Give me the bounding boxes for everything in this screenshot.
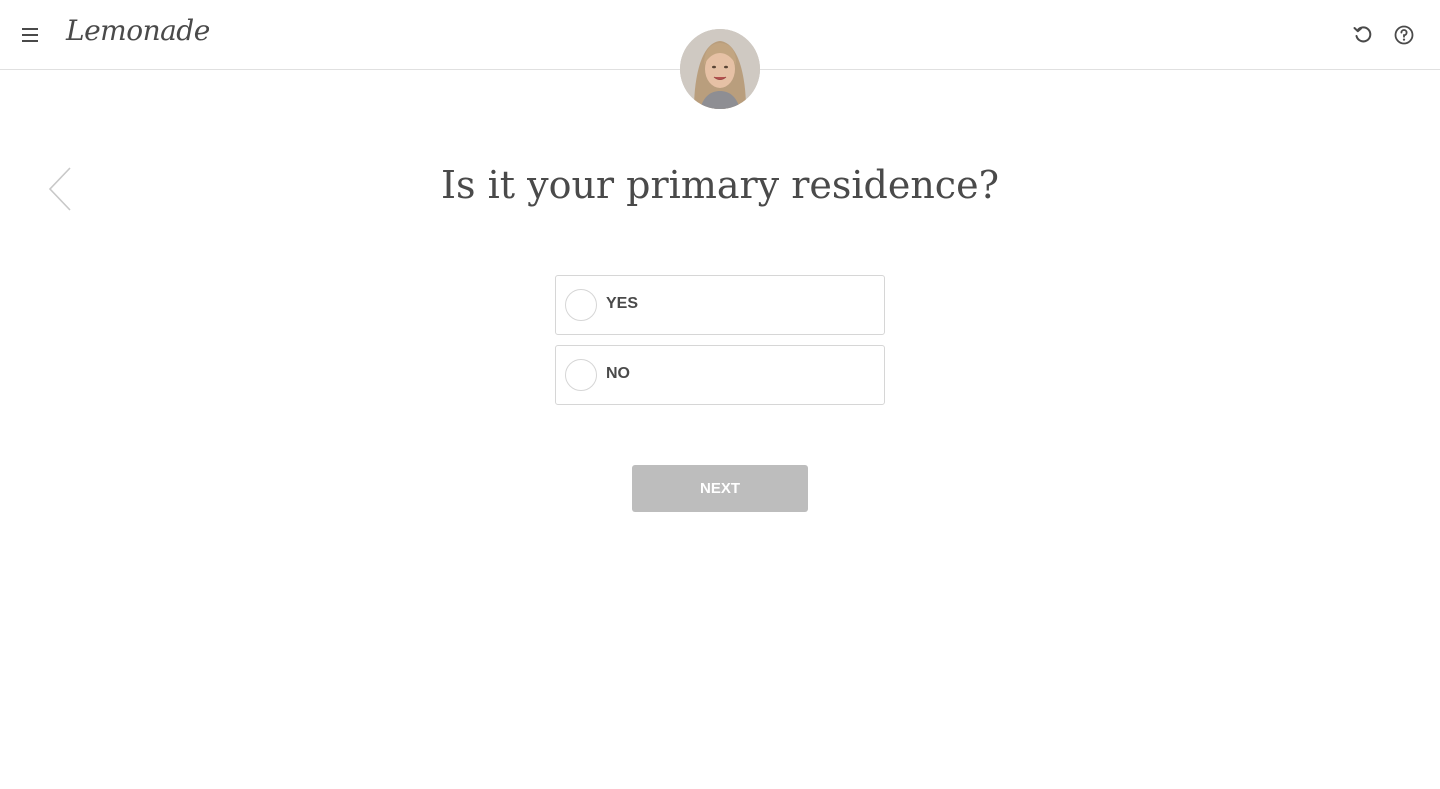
radio-button[interactable]	[565, 289, 597, 321]
option-yes[interactable]: YES	[555, 275, 885, 335]
option-label: NO	[606, 365, 630, 382]
question-title: Is it your primary residence?	[441, 163, 999, 207]
option-label: YES	[606, 295, 639, 312]
restart-icon[interactable]	[1352, 24, 1374, 46]
hamburger-menu-icon[interactable]	[22, 28, 38, 42]
lemonade-logo[interactable]: Lemonade	[66, 14, 210, 47]
assistant-avatar	[680, 29, 760, 109]
radio-button[interactable]	[565, 359, 597, 391]
next-button[interactable]: NEXT	[632, 465, 808, 512]
option-no[interactable]: NO	[555, 345, 885, 405]
help-icon[interactable]	[1393, 24, 1415, 46]
